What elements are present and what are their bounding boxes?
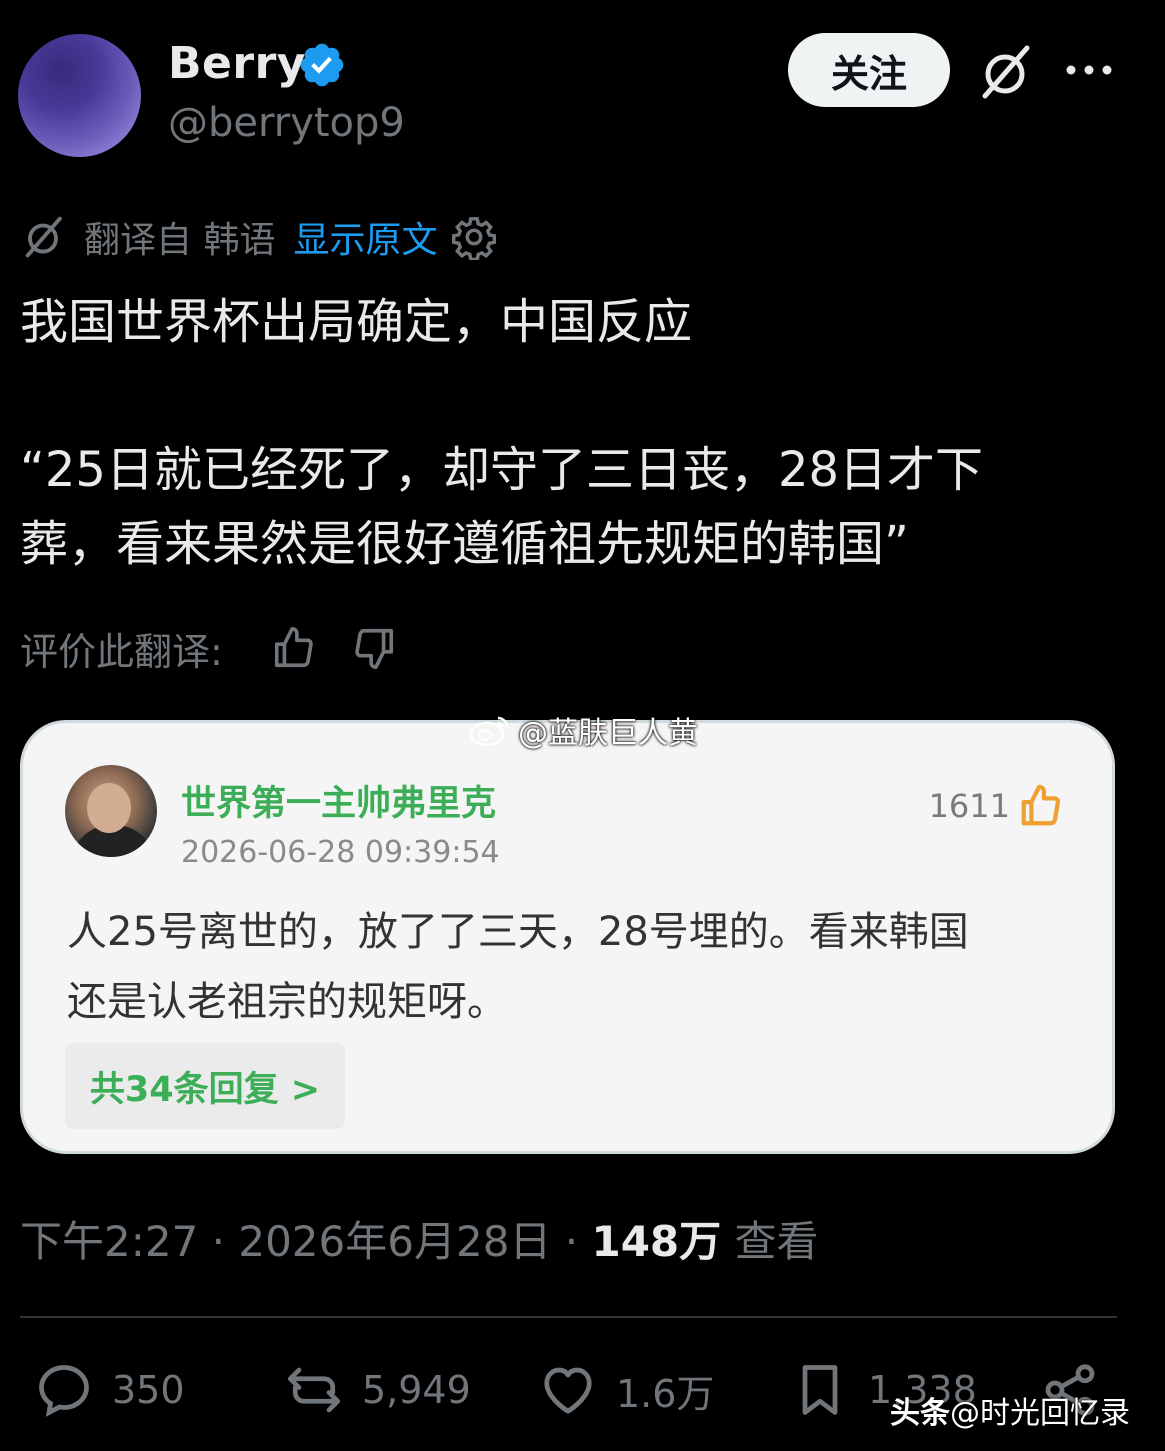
weibo-logo-icon	[469, 716, 509, 747]
commenter-avatar	[65, 765, 157, 857]
display-name[interactable]: Berry	[168, 38, 306, 89]
bookmark-icon	[802, 1365, 838, 1415]
divider	[20, 1316, 1117, 1318]
post-meta: 下午2:27 · 2026年6月28日 · 148万 查看	[20, 1208, 819, 1269]
rate-translation-label: 评价此翻译:	[20, 629, 223, 674]
tweet-text-line: “25日就已经死了，却守了三日丧，28日才下	[20, 442, 984, 498]
translation-row: 翻译自 韩语 显示原文	[20, 212, 497, 262]
commenter-name: 世界第一主帅弗里克	[181, 784, 497, 824]
comment-text-line: 人25号离世的，放了了三天，28号埋的。看来韩国	[67, 909, 969, 955]
weibo-watermark-text: @蓝肤巨人黄	[518, 716, 698, 751]
repost-count: 5,949	[362, 1368, 471, 1412]
weibo-watermark: @蓝肤巨人黄	[468, 708, 698, 752]
translation-label: 翻译自 韩语	[84, 220, 276, 261]
more-options-icon[interactable]	[1064, 58, 1114, 82]
verified-badge-icon	[300, 43, 344, 87]
thumbs-up-icon[interactable]	[271, 625, 317, 671]
views-label: 查看	[721, 1217, 819, 1266]
repost-icon	[287, 1367, 341, 1413]
tweet-text-line: 我国世界杯出局确定，中国反应	[20, 294, 693, 350]
like-count: 1.6万	[616, 1371, 715, 1416]
comment-text-line: 还是认老祖宗的规矩呀。	[67, 979, 507, 1025]
like-button[interactable]: 1.6万	[538, 1360, 714, 1420]
user-handle[interactable]: @berrytop9	[168, 100, 405, 146]
rate-translation-row: 评价此翻译:	[20, 620, 431, 676]
toutiao-watermark: 头条@时光回忆录	[890, 1388, 1130, 1432]
reply-count: 350	[112, 1368, 185, 1412]
view-count: 148万	[591, 1217, 722, 1266]
gear-icon[interactable]	[451, 214, 497, 260]
heart-icon	[544, 1367, 592, 1414]
post-timestamp[interactable]: 下午2:27 · 2026年6月28日 ·	[20, 1217, 591, 1266]
reply-button[interactable]: 350	[34, 1360, 185, 1420]
grok-icon	[25, 216, 62, 258]
thumbs-down-icon[interactable]	[351, 625, 397, 671]
reply-icon	[39, 1365, 89, 1417]
comment-like-count: 1611	[928, 787, 1010, 825]
follow-button[interactable]: 关注	[788, 33, 950, 107]
show-original-link[interactable]: 显示原文	[293, 211, 437, 263]
repost-button[interactable]: 5,949	[284, 1360, 471, 1420]
grok-icon[interactable]	[975, 42, 1035, 102]
comment-likes: 1611	[929, 783, 1064, 829]
avatar[interactable]	[18, 34, 141, 157]
comment-timestamp: 2026-06-28 09:39:54	[181, 835, 500, 870]
toutiao-brand: 头条	[890, 1396, 950, 1431]
toutiao-user: @时光回忆录	[950, 1396, 1130, 1431]
thumbs-up-icon	[1021, 784, 1061, 826]
view-replies-button: 共34条回复 >	[65, 1043, 345, 1129]
embedded-comment-image[interactable]: 世界第一主帅弗里克 2026-06-28 09:39:54 1611 人25号离…	[20, 720, 1115, 1154]
tweet-text-line: 葬，看来果然是很好遵循祖先规矩的韩国”	[20, 516, 909, 572]
